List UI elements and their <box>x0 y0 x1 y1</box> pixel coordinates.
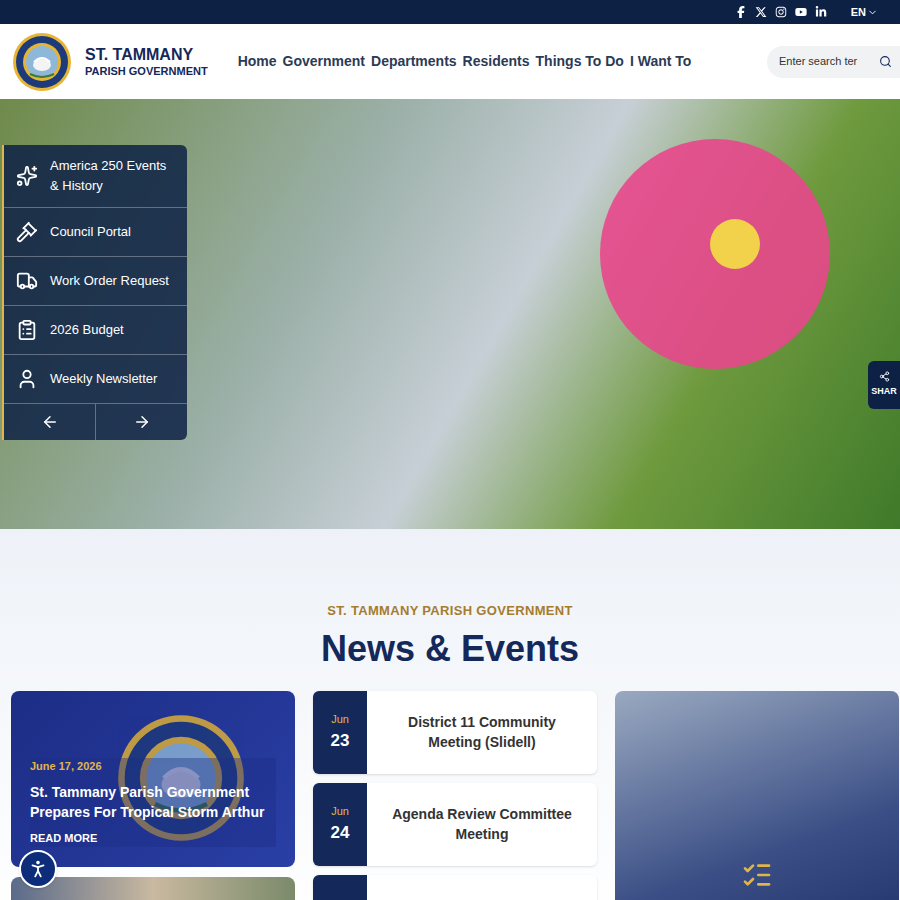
search-icon[interactable] <box>879 55 892 68</box>
quick-links-panel: America 250 Events & HistoryCouncil Port… <box>2 145 187 440</box>
quick-link[interactable]: Council Portal <box>4 208 187 257</box>
fireworks-icon <box>16 165 38 187</box>
nav-item[interactable]: I Want To <box>630 51 691 72</box>
gavel-icon <box>16 221 38 243</box>
facebook-icon[interactable] <box>735 6 747 18</box>
read-more-link[interactable]: READ MORE <box>30 830 276 847</box>
main-nav: Home Government Departments Residents Things… <box>238 51 692 72</box>
event-row[interactable]: Jun23District 11 Community Meeting (Slid… <box>313 691 597 774</box>
accessibility-icon <box>27 858 49 880</box>
quick-link[interactable]: Work Order Request <box>4 257 187 306</box>
events-calendar-card[interactable] <box>615 691 899 900</box>
x-icon[interactable] <box>755 6 767 18</box>
next-button[interactable] <box>96 404 187 440</box>
header: ST. TAMMANYPARISH GOVERNMENT Home Governme… <box>0 24 900 99</box>
parish-seal-icon <box>12 32 72 92</box>
event-row[interactable]: Jun24Agenda Review Committee Meeting <box>313 783 597 866</box>
youtube-icon[interactable] <box>795 6 807 18</box>
event-date: Jun23 <box>313 691 367 774</box>
featured-news-card[interactable]: June 17, 2026St. Tammany Parish Governme… <box>11 691 295 867</box>
nav-item[interactable]: Government <box>283 51 365 72</box>
news-photo-card[interactable] <box>11 877 295 900</box>
nav-item[interactable]: Things To Do <box>536 51 624 72</box>
clipboard-icon <box>16 319 38 341</box>
nav-item[interactable]: Departments <box>371 51 457 72</box>
share-button[interactable]: SHAR <box>868 361 900 409</box>
quick-link[interactable]: 2026 Budget <box>4 306 187 355</box>
share-icon <box>879 371 890 382</box>
search-field[interactable]: Enter search ter <box>767 46 900 78</box>
excavator-icon <box>16 270 38 292</box>
language-selector[interactable]: EN <box>851 4 878 21</box>
arrow-left-icon <box>41 413 59 431</box>
linkedin-icon[interactable] <box>815 6 827 18</box>
event-date: Jun24 <box>313 783 367 866</box>
person-icon <box>16 368 38 390</box>
quick-link[interactable]: America 250 Events & History <box>4 145 187 208</box>
arrow-right-icon <box>133 413 151 431</box>
nav-item[interactable]: Home <box>238 51 277 72</box>
logo[interactable]: ST. TAMMANYPARISH GOVERNMENT <box>12 32 208 92</box>
section-eyebrow: ST. TAMMANY PARISH GOVERNMENT <box>0 601 900 621</box>
page: EN ST. TAMMANYPARISH GOVERNMENT Home Govern… <box>0 0 900 900</box>
top-bar: EN <box>0 0 900 24</box>
accessibility-button[interactable] <box>19 850 57 888</box>
chevron-down-icon <box>867 7 878 18</box>
event-row[interactable] <box>313 875 597 900</box>
previous-button[interactable] <box>4 404 96 440</box>
news-section: ST. TAMMANY PARISH GOVERNMENT News & Even… <box>0 529 900 900</box>
section-title: News & Events <box>0 627 900 671</box>
nav-item[interactable]: Residents <box>463 51 530 72</box>
hero-photo: America 250 Events & HistoryCouncil Port… <box>0 99 900 529</box>
checklist-icon <box>741 859 773 891</box>
quick-link[interactable]: Weekly Newsletter <box>4 355 187 404</box>
instagram-icon[interactable] <box>775 6 787 18</box>
